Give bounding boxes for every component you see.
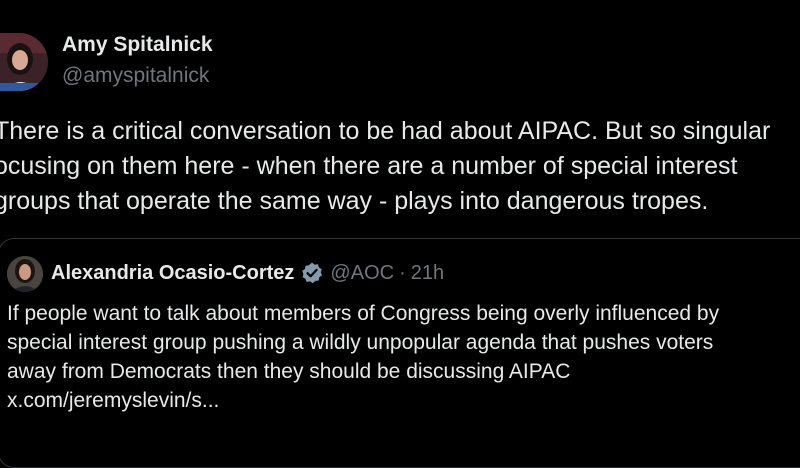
quoted-text-line: special interest group pushing a wildly … — [7, 331, 714, 354]
quoted-author-handle[interactable]: @AOC — [330, 262, 394, 285]
quoted-link[interactable]: x.com/jeremyslevin/s... — [7, 386, 800, 415]
quoted-tweet-text: If people want to talk about members of … — [7, 299, 800, 415]
tweet-text-line: There is a critical conversation to be h… — [0, 117, 771, 145]
author-avatar[interactable] — [0, 33, 48, 91]
quoted-tweet-timestamp[interactable]: 21h — [411, 262, 444, 285]
quoted-text-line: away from Democrats then they should be … — [7, 360, 571, 383]
quoted-text-line: If people want to talk about members of … — [7, 302, 720, 325]
quoted-tweet-header: Alexandria Ocasio-Cortez @AOC · 21h — [51, 261, 444, 285]
quoted-author-name[interactable]: Alexandria Ocasio-Cortez — [51, 262, 294, 285]
tweet-text-line: groups that operate the same way - plays… — [0, 187, 709, 215]
author-name[interactable]: Amy Spitalnick — [62, 33, 213, 57]
separator-dot: · — [399, 261, 406, 284]
verified-badge-icon — [300, 261, 324, 285]
tweet-text: There is a critical conversation to be h… — [0, 114, 800, 219]
tweet-text-line: ocusing on them here - when there are a … — [0, 152, 738, 180]
quoted-tweet-card[interactable]: Alexandria Ocasio-Cortez @AOC · 21h If p… — [0, 238, 800, 468]
quoted-author-avatar[interactable] — [7, 256, 43, 292]
tweet: Amy Spitalnick @amyspitalnick There is a… — [0, 0, 800, 468]
author-handle[interactable]: @amyspitalnick — [62, 64, 209, 88]
